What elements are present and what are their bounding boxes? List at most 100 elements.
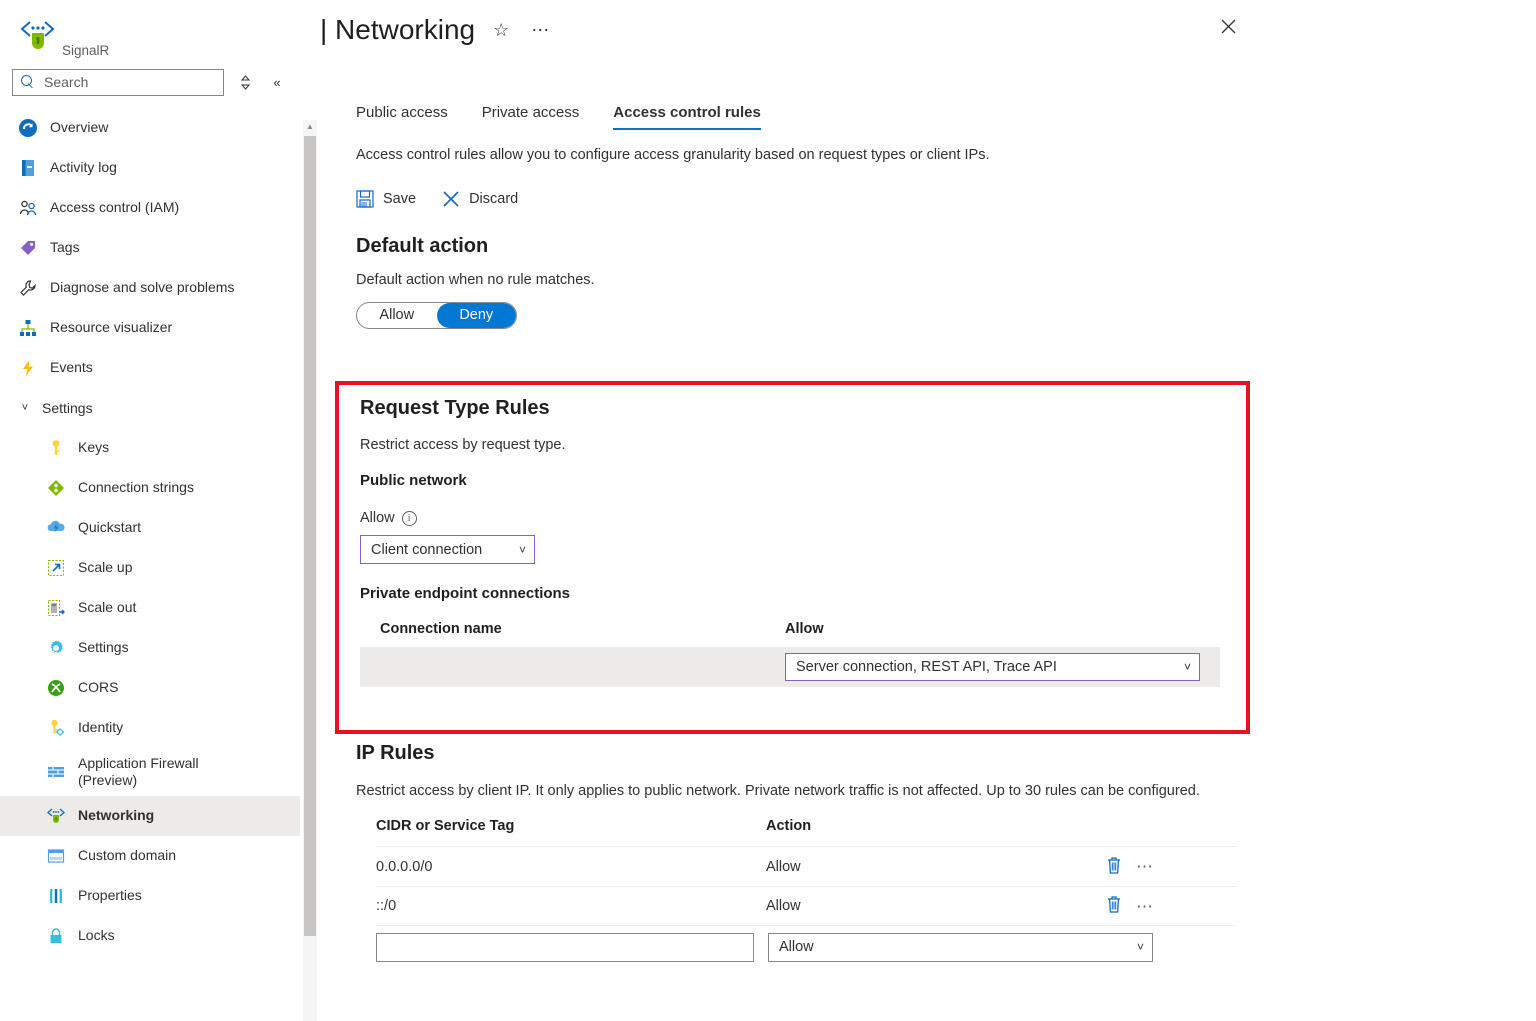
private-endpoint-allow-dropdown[interactable]: Server connection, REST API, Trace API ˅ — [785, 653, 1200, 681]
ip-rule-action-value: Allow — [779, 939, 814, 955]
resource-name: SignalR — [62, 43, 109, 62]
sidebar-item-connection-strings[interactable]: Connection strings — [0, 468, 300, 508]
tab-public-access[interactable]: Public access — [356, 104, 448, 130]
ip-rule-action-dropdown[interactable]: Allow ˅ — [768, 933, 1153, 962]
resource-sidebar: SignalR « — [0, 0, 300, 1021]
overview-icon — [18, 118, 38, 138]
blade-content: | Networking ☆ ⋯ Public access Private a… — [320, 0, 1536, 1021]
sort-toggle-icon[interactable] — [234, 71, 256, 93]
scrollbar-thumb[interactable] — [304, 136, 316, 936]
sidebar-item-label: Events — [50, 359, 93, 377]
private-endpoint-table: Connection name Allow Server connection,… — [360, 602, 1220, 687]
azure-portal-blade: SignalR « — [0, 0, 1536, 1021]
sidebar-item-locks[interactable]: Locks — [0, 916, 300, 956]
wrench-icon — [18, 278, 38, 298]
private-endpoint-table-header: Connection name Allow — [360, 602, 1220, 647]
ip-rule-cidr-input[interactable] — [376, 933, 754, 962]
request-type-rules-highlight: Request Type Rules Restrict access by re… — [335, 381, 1250, 734]
chevron-down-icon: ˅ — [519, 543, 526, 557]
ellipsis-icon[interactable]: ⋯ — [531, 21, 549, 39]
chevron-down-icon: ˅ — [1137, 940, 1144, 954]
column-header-action: Action — [766, 818, 1106, 834]
discard-button[interactable]: Discard — [442, 190, 518, 208]
trash-icon[interactable] — [1106, 856, 1122, 878]
sidebar-item-identity[interactable]: Identity — [0, 708, 300, 748]
info-icon[interactable]: i — [402, 511, 417, 526]
tab-bar: Public access Private access Access cont… — [320, 90, 1536, 130]
sidebar-item-properties[interactable]: Properties — [0, 876, 300, 916]
events-icon — [18, 358, 38, 378]
command-bar: Save Discard — [320, 183, 1536, 215]
save-label: Save — [383, 191, 416, 207]
signalr-icon — [18, 16, 58, 56]
sidebar-item-access-control[interactable]: Access control (IAM) — [0, 188, 300, 228]
ip-rules-section: IP Rules Restrict access by client IP. I… — [320, 742, 1536, 968]
default-action-option-deny[interactable]: Deny — [437, 303, 517, 328]
public-network-allow-value: Client connection — [371, 542, 482, 558]
sidebar-item-networking[interactable]: Networking — [0, 796, 300, 836]
tab-private-access[interactable]: Private access — [482, 104, 580, 130]
firewall-icon — [46, 762, 66, 782]
sidebar-item-application-firewall[interactable]: Application Firewall(Preview) — [0, 748, 300, 796]
sidebar-item-label: Connection strings — [78, 479, 194, 497]
request-type-rules-section: Request Type Rules Restrict access by re… — [339, 397, 1246, 687]
sidebar-item-label: Resource visualizer — [50, 319, 172, 337]
public-network-label: Public network — [360, 472, 1246, 489]
sidebar-item-overview[interactable]: Overview — [0, 108, 300, 148]
ip-rule-action: Allow — [766, 859, 1106, 875]
sidebar-item-activity-log[interactable]: Activity log — [0, 148, 300, 188]
search-box[interactable] — [12, 69, 224, 96]
ellipsis-icon[interactable]: ⋯ — [1136, 858, 1155, 875]
sidebar-item-diagnose[interactable]: Diagnose and solve problems — [0, 268, 300, 308]
chevron-down-icon: ˅ — [14, 402, 36, 414]
sidebar-item-label: Quickstart — [78, 519, 141, 537]
default-action-toggle[interactable]: Allow Deny — [356, 302, 517, 329]
default-action-desc: Default action when no rule matches. — [320, 272, 1536, 288]
public-network-allow-dropdown[interactable]: Client connection ˅ — [360, 535, 535, 564]
public-network-allow-label: Allow — [360, 510, 395, 526]
sidebar-nav: Overview Activity log — [0, 108, 300, 956]
sidebar-search-row: « — [0, 62, 300, 102]
collapse-sidebar-icon[interactable]: « — [266, 71, 288, 93]
tab-access-control-rules[interactable]: Access control rules — [613, 104, 761, 130]
sidebar-item-cors[interactable]: CORS — [0, 668, 300, 708]
table-row: 0.0.0.0/0 Allow ⋯ — [376, 846, 1236, 886]
sidebar-item-label: Scale out — [78, 599, 136, 617]
close-icon[interactable] — [1212, 10, 1244, 42]
star-icon[interactable]: ☆ — [493, 21, 509, 39]
quickstart-icon — [46, 518, 66, 538]
save-button[interactable]: Save — [356, 190, 416, 208]
ellipsis-icon[interactable]: ⋯ — [1136, 898, 1155, 915]
sidebar-item-quickstart[interactable]: Quickstart — [0, 508, 300, 548]
sidebar-item-label: Access control (IAM) — [50, 199, 179, 217]
search-input[interactable] — [42, 73, 222, 91]
sidebar-item-label: Diagnose and solve problems — [50, 279, 234, 297]
networking-icon — [46, 806, 66, 826]
sidebar-scrollbar[interactable]: ▲ — [303, 120, 317, 1021]
default-action-option-allow[interactable]: Allow — [357, 303, 437, 328]
sidebar-item-resource-visualizer[interactable]: Resource visualizer — [0, 308, 300, 348]
sidebar-group-settings[interactable]: ˅ Settings — [0, 388, 300, 428]
sidebar-item-label: Properties — [78, 887, 142, 905]
trash-icon[interactable] — [1106, 895, 1122, 917]
gear-icon — [46, 638, 66, 658]
custom-domain-icon: www — [46, 846, 66, 866]
sidebar-item-events[interactable]: Events — [0, 348, 300, 388]
sidebar-item-scale-out[interactable]: Scale out — [0, 588, 300, 628]
resource-visualizer-icon — [18, 318, 38, 338]
sidebar-item-tags[interactable]: Tags — [0, 228, 300, 268]
sidebar-item-keys[interactable]: Keys — [0, 428, 300, 468]
sidebar-item-settings[interactable]: Settings — [0, 628, 300, 668]
ip-rules-table: CIDR or Service Tag Action 0.0.0.0/0 All… — [376, 818, 1236, 968]
sidebar-item-scale-up[interactable]: Scale up — [0, 548, 300, 588]
ip-rules-table-header: CIDR or Service Tag Action — [376, 818, 1236, 846]
ip-rule-action: Allow — [766, 898, 1106, 914]
sidebar-item-label: Custom domain — [78, 847, 176, 865]
resource-header: SignalR — [0, 0, 300, 62]
scroll-up-icon[interactable]: ▲ — [303, 120, 317, 134]
sidebar-item-label: Keys — [78, 439, 109, 457]
sidebar-item-custom-domain[interactable]: www Custom domain — [0, 836, 300, 876]
default-action-title: Default action — [320, 235, 1536, 258]
column-header-connection-name: Connection name — [360, 621, 785, 637]
svg-text:www: www — [49, 856, 62, 862]
